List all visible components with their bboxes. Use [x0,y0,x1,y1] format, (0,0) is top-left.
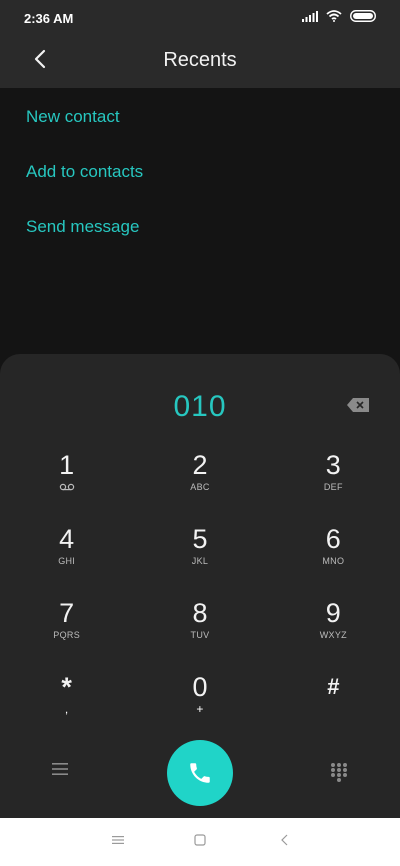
key-letters: GHI [58,556,76,566]
key-digit: 3 [325,450,341,480]
key-digit: * [61,672,72,702]
key-letters: + [196,702,204,716]
key-hash[interactable]: # [267,662,400,736]
number-actions-menu: New contact Add to contacts Send message [0,88,400,253]
new-contact-link[interactable]: New contact [0,88,400,143]
key-digit: 9 [325,598,341,628]
key-letters: TUV [190,630,210,640]
triangle-back-icon [281,834,288,846]
key-7[interactable]: 7 PQRS [0,588,133,662]
key-digit: 2 [192,450,208,480]
key-5[interactable]: 5 JKL [133,514,266,588]
page-title: Recents [163,49,237,71]
voicemail-icon [59,483,74,491]
status-icons [302,10,376,22]
key-letters: WXYZ [319,630,347,640]
dialpad-toggle-button[interactable] [330,762,348,787]
key-letters: , [64,702,69,716]
key-digit: 1 [59,450,75,480]
dialed-number: 010 [173,390,227,423]
backspace-button[interactable] [347,398,369,417]
key-digit: 8 [192,598,208,628]
key-letters: DEF [323,482,343,492]
key-0[interactable]: 0 + [133,662,266,736]
dialer-actions [0,740,400,806]
dialpad-sheet: 010 1 2 ABC 3 DEF 4 GHI 5 JKL 6 MNO 7 PQ… [0,354,400,818]
recent-apps-button[interactable] [112,833,124,851]
call-button[interactable] [167,740,233,806]
key-digit: # [327,674,340,699]
phone-icon [190,763,210,783]
hamburger-menu-icon [52,763,68,775]
key-2[interactable]: 2 ABC [133,440,266,514]
key-digit: 4 [59,524,75,554]
status-bar: 2:36 AM [0,0,400,36]
key-6[interactable]: 6 MNO [267,514,400,588]
back-nav-button[interactable] [279,833,291,851]
battery-icon [350,10,376,22]
system-nav-bar [0,818,400,866]
key-letters: JKL [191,556,209,566]
signal-icon [302,10,318,22]
keypad: 1 2 ABC 3 DEF 4 GHI 5 JKL 6 MNO 7 PQRS 8… [0,440,400,736]
key-digit: 7 [59,598,75,628]
wifi-icon [326,10,342,22]
menu-lines-icon [112,836,124,844]
key-3[interactable]: 3 DEF [267,440,400,514]
key-letters: PQRS [53,630,81,640]
dialpad-icon [331,763,347,782]
key-9[interactable]: 9 WXYZ [267,588,400,662]
status-time: 2:36 AM [24,11,74,26]
top-bar: 2:36 AM Recents [0,0,400,88]
key-star[interactable]: * , [0,662,133,736]
send-message-link[interactable]: Send message [0,198,400,253]
key-4[interactable]: 4 GHI [0,514,133,588]
home-button[interactable] [194,833,206,851]
square-icon [194,834,206,846]
key-digit: 5 [192,524,208,554]
key-letters: MNO [322,556,345,566]
backspace-icon [347,398,369,412]
add-to-contacts-link[interactable]: Add to contacts [0,143,400,198]
key-1[interactable]: 1 [0,440,133,514]
key-digit: 6 [325,524,341,554]
key-digit: 0 [192,672,208,702]
menu-button[interactable] [52,762,68,781]
key-letters: ABC [190,482,210,492]
key-8[interactable]: 8 TUV [133,588,266,662]
